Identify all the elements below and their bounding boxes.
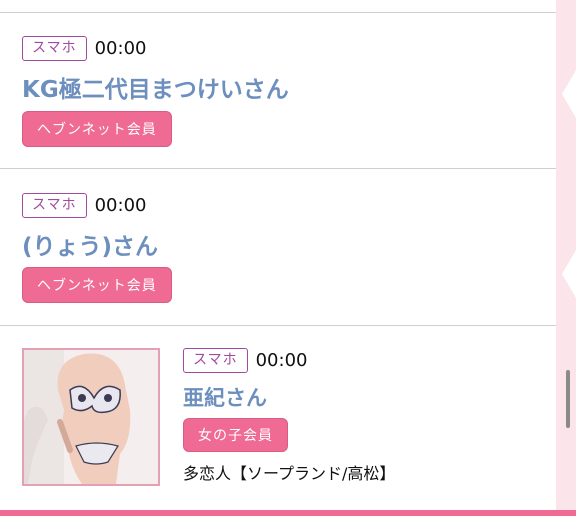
list-item[interactable]: スマホ 00:00 (りょう)さん ヘブンネット会員 <box>0 168 556 325</box>
divider <box>0 325 556 326</box>
member-type-button[interactable]: ヘブンネット会員 <box>22 111 172 147</box>
scrollbar[interactable] <box>566 370 570 428</box>
bottom-accent-bar <box>0 510 576 516</box>
profile-photo-image <box>24 350 158 484</box>
shop-name-link[interactable]: 多恋人【ソープランド/高松】 <box>183 460 395 484</box>
message-list: スマホ 00:00 KG極二代目まつけいさん ヘブンネット会員 スマホ 00:0… <box>0 0 556 510</box>
device-badge: スマホ <box>183 348 248 373</box>
profile-photo[interactable] <box>22 348 160 486</box>
item-meta: スマホ 00:00 <box>183 348 307 373</box>
list-item[interactable]: スマホ 00:00 KG極二代目まつけいさん ヘブンネット会員 <box>0 0 556 168</box>
user-name-link[interactable]: (りょう)さん <box>22 227 158 261</box>
member-type-button[interactable]: 女の子会員 <box>183 418 288 452</box>
post-time: 00:00 <box>94 195 147 216</box>
item-meta: スマホ 00:00 <box>22 193 146 218</box>
right-decorative-strip <box>556 0 576 516</box>
post-time: 00:00 <box>94 38 147 59</box>
user-name-link[interactable]: KG極二代目まつけいさん <box>22 70 289 104</box>
strip-chevron <box>562 250 576 298</box>
device-badge: スマホ <box>22 36 87 61</box>
post-time: 00:00 <box>255 350 308 371</box>
device-badge: スマホ <box>22 193 87 218</box>
member-type-button[interactable]: ヘブンネット会員 <box>22 267 172 303</box>
user-name-link[interactable]: 亜紀さん <box>183 382 267 412</box>
strip-chevron <box>562 70 576 118</box>
item-meta: スマホ 00:00 <box>22 36 146 61</box>
